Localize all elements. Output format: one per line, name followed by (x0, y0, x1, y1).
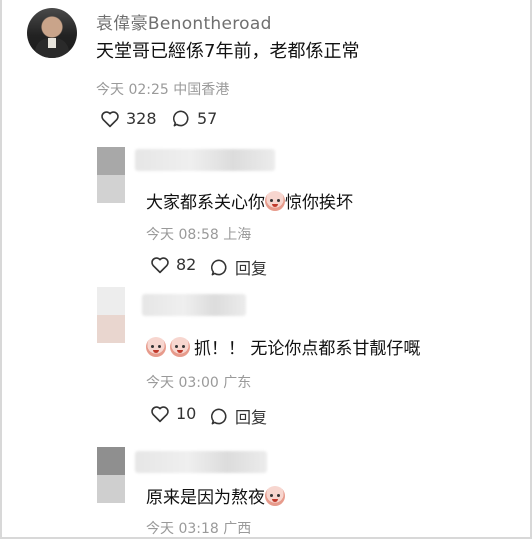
main-like-count: 328 (126, 109, 157, 128)
reply-3-location: 广西 (223, 521, 252, 537)
reply-2-text: 抓！！ 无论你点都系甘靓仔嘅 (146, 334, 420, 359)
reply-1-username-blurred[interactable] (135, 149, 275, 171)
main-comment-location: 中国香港 (173, 82, 230, 98)
reply-3-avatar[interactable] (97, 447, 125, 503)
crying-face-emoji-icon (265, 191, 285, 211)
avatar-block-top (97, 447, 125, 475)
reply-2-like-button[interactable]: 10 (150, 404, 196, 423)
reply-2-meta: 今天 03:00 广东 (146, 372, 251, 392)
reply-3-username-blurred[interactable] (135, 451, 267, 473)
reply-2-avatar[interactable] (97, 287, 125, 343)
speech-bubble-icon (172, 110, 189, 127)
speech-bubble-icon (210, 259, 227, 275)
reply-1-avatar[interactable] (97, 147, 125, 203)
reply-3-text: 原来是因为熬夜 (146, 483, 285, 508)
avatar-block-bottom (97, 475, 125, 503)
main-comment-text: 天堂哥已經係7年前，老都係正常 (96, 41, 360, 62)
reply-2-reply-button[interactable]: 回复 (210, 404, 267, 428)
heart-outline-icon (151, 256, 169, 273)
reply-2-username-blurred[interactable] (142, 294, 246, 316)
main-like-button[interactable]: 328 (100, 109, 157, 128)
reply-2-text-body: 抓！！ 无论你点都系甘靓仔嘅 (194, 339, 421, 359)
reply-1-text-part2: 惊你挨坏 (285, 193, 353, 213)
avatar-collar (48, 38, 56, 48)
reply-2-location: 广东 (223, 375, 252, 391)
reply-2-reply-label: 回复 (235, 408, 268, 427)
speech-bubble-icon (210, 408, 227, 424)
reply-1-text: 大家都系关心你 惊你挨坏 (146, 188, 353, 213)
reply-3-meta: 今天 03:18 广西 (146, 518, 251, 538)
reply-3-time: 今天 03:18 (146, 521, 219, 537)
main-comment-time: 今天 02:25 (96, 82, 169, 98)
heart-outline-icon (101, 110, 119, 127)
reply-1-reply-button[interactable]: 回复 (210, 255, 267, 279)
avatar-block-bottom (97, 175, 125, 203)
reply-1-time: 今天 08:58 (146, 227, 219, 243)
reply-2-time: 今天 03:00 (146, 375, 219, 391)
reply-1-location: 上海 (223, 227, 252, 243)
avatar-block-top (97, 147, 125, 175)
reply-1-text-part1: 大家都系关心你 (146, 193, 265, 213)
crying-face-emoji-icon (146, 337, 166, 357)
reply-1-meta: 今天 08:58 上海 (146, 224, 251, 244)
reply-1-reply-label: 回复 (235, 259, 268, 278)
reply-3-text-body: 原来是因为熬夜 (146, 488, 265, 508)
heart-outline-icon (151, 405, 169, 422)
main-comment-avatar[interactable] (27, 8, 77, 58)
main-comment-meta: 今天 02:25 中国香港 (96, 79, 229, 99)
crying-face-emoji-icon (170, 337, 190, 357)
main-comment-count: 57 (197, 109, 218, 128)
main-comment-username[interactable]: 袁偉豪Benontheroad (96, 9, 272, 34)
reply-2-like-count: 10 (176, 404, 197, 423)
crying-face-emoji-icon (265, 486, 285, 506)
avatar-block-bottom (97, 315, 125, 343)
reply-1-like-count: 82 (176, 255, 197, 274)
reply-1-like-button[interactable]: 82 (150, 255, 196, 274)
main-comment-button[interactable]: 57 (172, 109, 217, 128)
avatar-block-top (97, 287, 125, 315)
